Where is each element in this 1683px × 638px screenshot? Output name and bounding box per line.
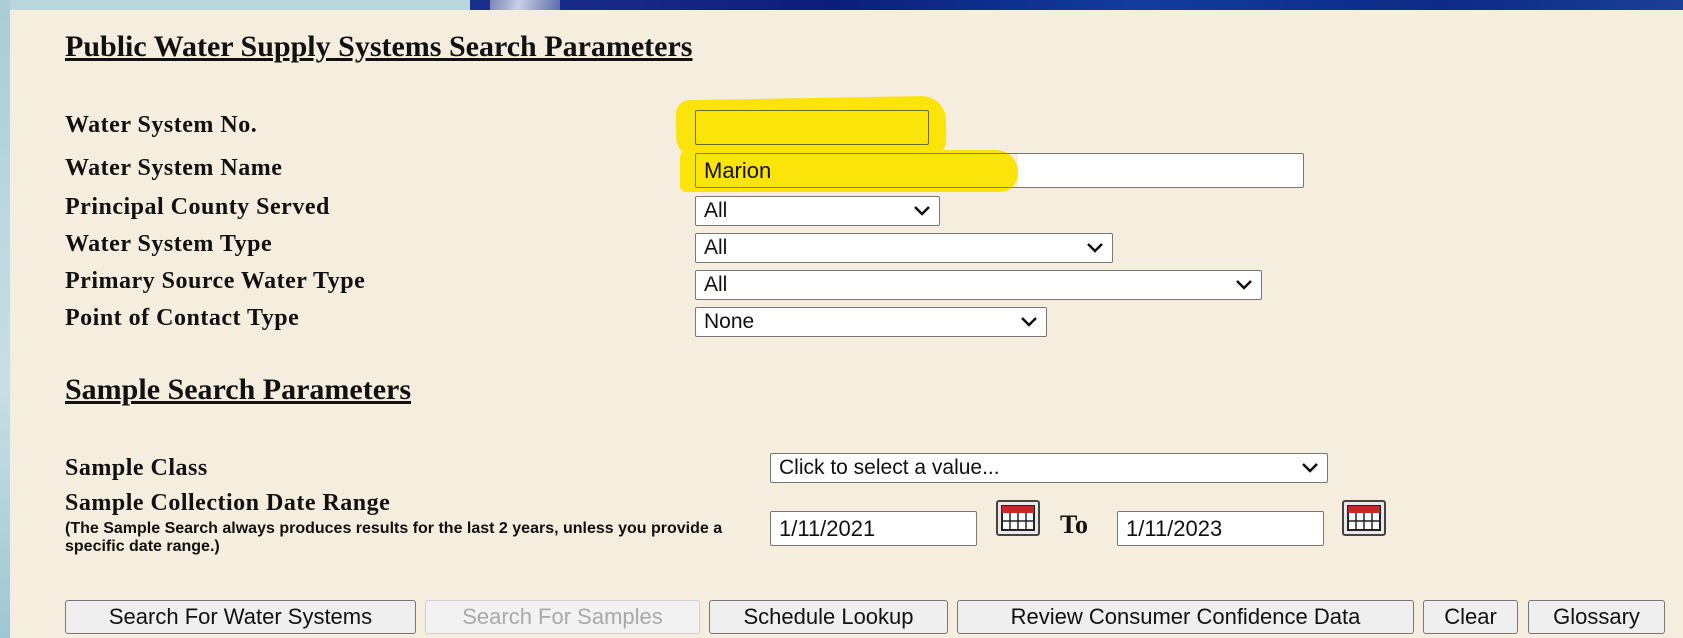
chevron-down-icon xyxy=(914,206,930,216)
date-range-note: (The Sample Search always produces resul… xyxy=(65,520,723,555)
sample-section-title: Sample Search Parameters xyxy=(65,373,412,406)
point-of-contact-type-select[interactable]: None xyxy=(695,307,1047,337)
date-from-input[interactable] xyxy=(770,511,977,546)
chevron-down-icon xyxy=(1021,317,1037,327)
review-consumer-confidence-button[interactable]: Review Consumer Confidence Data xyxy=(957,600,1414,634)
calendar-from-icon[interactable] xyxy=(996,500,1040,536)
principal-county-value: All xyxy=(704,199,728,222)
left-border-strip xyxy=(0,0,10,638)
public-water-section-title: Public Water Supply Systems Search Param… xyxy=(65,30,693,63)
point-of-contact-type-label: Point of Contact Type xyxy=(65,305,300,331)
point-of-contact-type-value: None xyxy=(704,310,755,333)
principal-county-select[interactable]: All xyxy=(695,196,940,226)
water-system-type-select[interactable]: All xyxy=(695,233,1113,263)
water-system-type-label: Water System Type xyxy=(65,231,273,257)
clear-button[interactable]: Clear xyxy=(1423,600,1518,634)
calendar-icon xyxy=(1001,505,1035,531)
water-system-name-label: Water System Name xyxy=(65,155,283,181)
chevron-down-icon xyxy=(1087,243,1103,253)
sample-class-value: Click to select a value... xyxy=(779,456,1000,479)
sample-class-label: Sample Class xyxy=(65,455,208,481)
water-system-name-value: Marion xyxy=(704,158,772,183)
water-system-no-label: Water System No. xyxy=(65,112,258,138)
primary-source-type-value: All xyxy=(704,273,728,296)
calendar-icon xyxy=(1347,505,1381,531)
calendar-to-icon[interactable] xyxy=(1342,500,1386,536)
sample-class-select[interactable]: Click to select a value... xyxy=(770,453,1328,483)
glossary-button[interactable]: Glossary xyxy=(1528,600,1665,634)
primary-source-type-select[interactable]: All xyxy=(695,270,1262,300)
primary-source-type-label: Primary Source Water Type xyxy=(65,268,366,294)
water-system-no-input[interactable] xyxy=(695,110,929,145)
date-range-label: Sample Collection Date Range xyxy=(65,490,391,516)
chevron-down-icon xyxy=(1302,463,1318,473)
schedule-lookup-button[interactable]: Schedule Lookup xyxy=(709,600,948,634)
water-system-name-field[interactable]: Marion xyxy=(695,153,1304,188)
principal-county-label: Principal County Served xyxy=(65,194,330,220)
search-water-systems-button[interactable]: Search For Water Systems xyxy=(65,600,416,634)
date-to-input[interactable] xyxy=(1117,511,1324,546)
water-system-type-value: All xyxy=(704,236,728,259)
date-to-label: To xyxy=(1060,510,1088,539)
chevron-down-icon xyxy=(1236,280,1252,290)
search-samples-button[interactable]: Search For Samples xyxy=(425,600,700,634)
